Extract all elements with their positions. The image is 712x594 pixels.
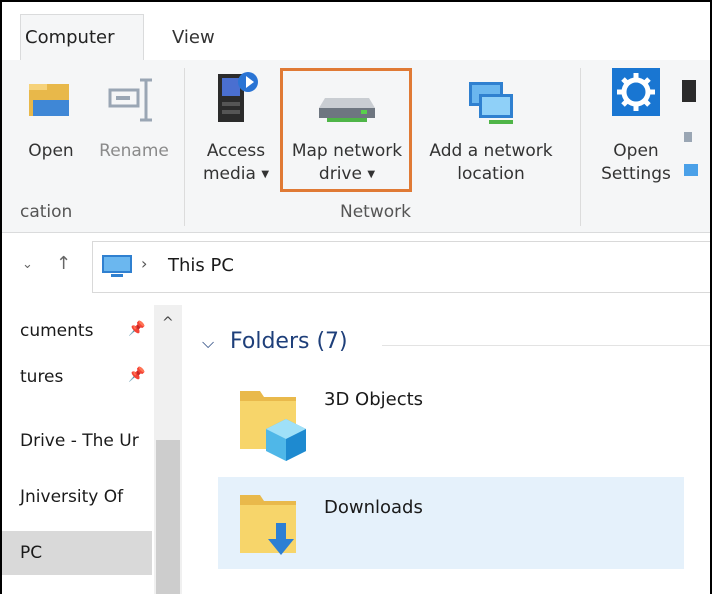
add-network-line2: location — [457, 164, 525, 184]
folder-downloads-icon — [236, 487, 306, 569]
highlight-box — [280, 68, 412, 192]
folder-item-downloads[interactable]: Downloads — [218, 477, 684, 569]
open-label: Open — [28, 141, 74, 161]
content-pane: ⌵ Folders (7) 3D Objects Downloads — [182, 305, 710, 594]
nav-item-label: tures — [20, 367, 64, 387]
add-network-line1: Add a network — [429, 141, 553, 161]
ribbon-separator — [580, 68, 581, 226]
add-network-location-button[interactable]: Add a network location — [418, 60, 564, 200]
folder-name: 3D Objects — [324, 389, 424, 410]
file-explorer-window: Computer View Open Rename Access media ▼… — [0, 0, 712, 594]
recent-locations-chevron-icon[interactable]: ⌄ — [22, 257, 33, 272]
chevron-right-icon: › — [141, 254, 148, 273]
address-bar[interactable]: › This PC — [92, 241, 710, 293]
nav-item-pictures[interactable]: tures — [20, 367, 63, 387]
access-media-button[interactable]: Access media ▼ — [198, 60, 274, 200]
rename-icon — [108, 78, 160, 129]
rename-button[interactable]: Rename — [94, 60, 174, 200]
nav-item-university[interactable]: Jniversity Of — [20, 487, 123, 507]
system-properties-icon[interactable] — [680, 74, 710, 194]
section-divider — [382, 345, 710, 346]
section-title-folders[interactable]: Folders (7) — [230, 329, 348, 354]
chevron-down-icon: ▼ — [261, 169, 270, 180]
ribbon-tab-bar: Computer View — [2, 2, 710, 60]
scroll-up-chevron-icon[interactable]: ^ — [162, 315, 174, 331]
network-location-icon — [463, 76, 519, 139]
gear-icon — [612, 68, 660, 123]
folder-name: Downloads — [324, 497, 423, 518]
nav-item-label: Jniversity Of — [20, 487, 124, 507]
group-location-label: cation — [20, 202, 73, 222]
address-row: ⌄ ↑ › This PC — [2, 233, 710, 305]
open-settings-line2: Settings — [601, 164, 671, 184]
open-settings-button[interactable]: Open Settings — [598, 60, 674, 200]
ribbon-separator — [184, 68, 185, 226]
nav-item-documents[interactable]: cuments — [20, 321, 93, 341]
folder-open-icon — [29, 78, 73, 129]
computer-icon — [101, 254, 133, 284]
tab-computer[interactable]: Computer — [20, 14, 144, 60]
chevron-down-icon[interactable]: ⌵ — [202, 333, 214, 353]
pin-icon: 📌 — [128, 367, 146, 383]
media-server-icon — [212, 68, 260, 135]
nav-item-this-pc[interactable]: PC — [2, 531, 152, 575]
scrollbar-thumb[interactable] — [156, 440, 180, 594]
access-media-line2: media — [202, 164, 256, 184]
group-network-label: Network — [340, 202, 411, 222]
ribbon: Open Rename Access media ▼ Map network d… — [2, 60, 710, 233]
nav-item-label: cuments — [20, 321, 94, 341]
nav-item-onedrive[interactable]: Drive - The Ur — [20, 431, 139, 451]
folder-3d-objects-icon — [236, 383, 306, 465]
tab-view[interactable]: View — [172, 14, 215, 60]
tab-view-label: View — [172, 26, 215, 48]
address-path: This PC — [168, 255, 234, 276]
open-settings-label: Open Settings — [598, 140, 674, 186]
add-network-location-label: Add a network location — [418, 140, 564, 186]
up-arrow-icon[interactable]: ↑ — [56, 253, 71, 274]
navigation-pane: cuments 📌 tures 📌 Drive - The Ur Jnivers… — [2, 305, 182, 594]
nav-item-label: Drive - The Ur — [20, 431, 139, 451]
open-button[interactable]: Open — [16, 60, 86, 200]
access-media-line1: Access — [206, 141, 266, 161]
tab-computer-label: Computer — [25, 27, 115, 48]
open-settings-line1: Open — [613, 141, 659, 161]
nav-item-label: PC — [20, 543, 43, 563]
access-media-label: Access media ▼ — [198, 140, 274, 186]
folder-item-3d-objects[interactable]: 3D Objects — [218, 369, 684, 461]
pin-icon: 📌 — [128, 321, 146, 337]
rename-label: Rename — [99, 141, 169, 161]
nav-scrollbar[interactable]: ^ — [154, 305, 182, 594]
